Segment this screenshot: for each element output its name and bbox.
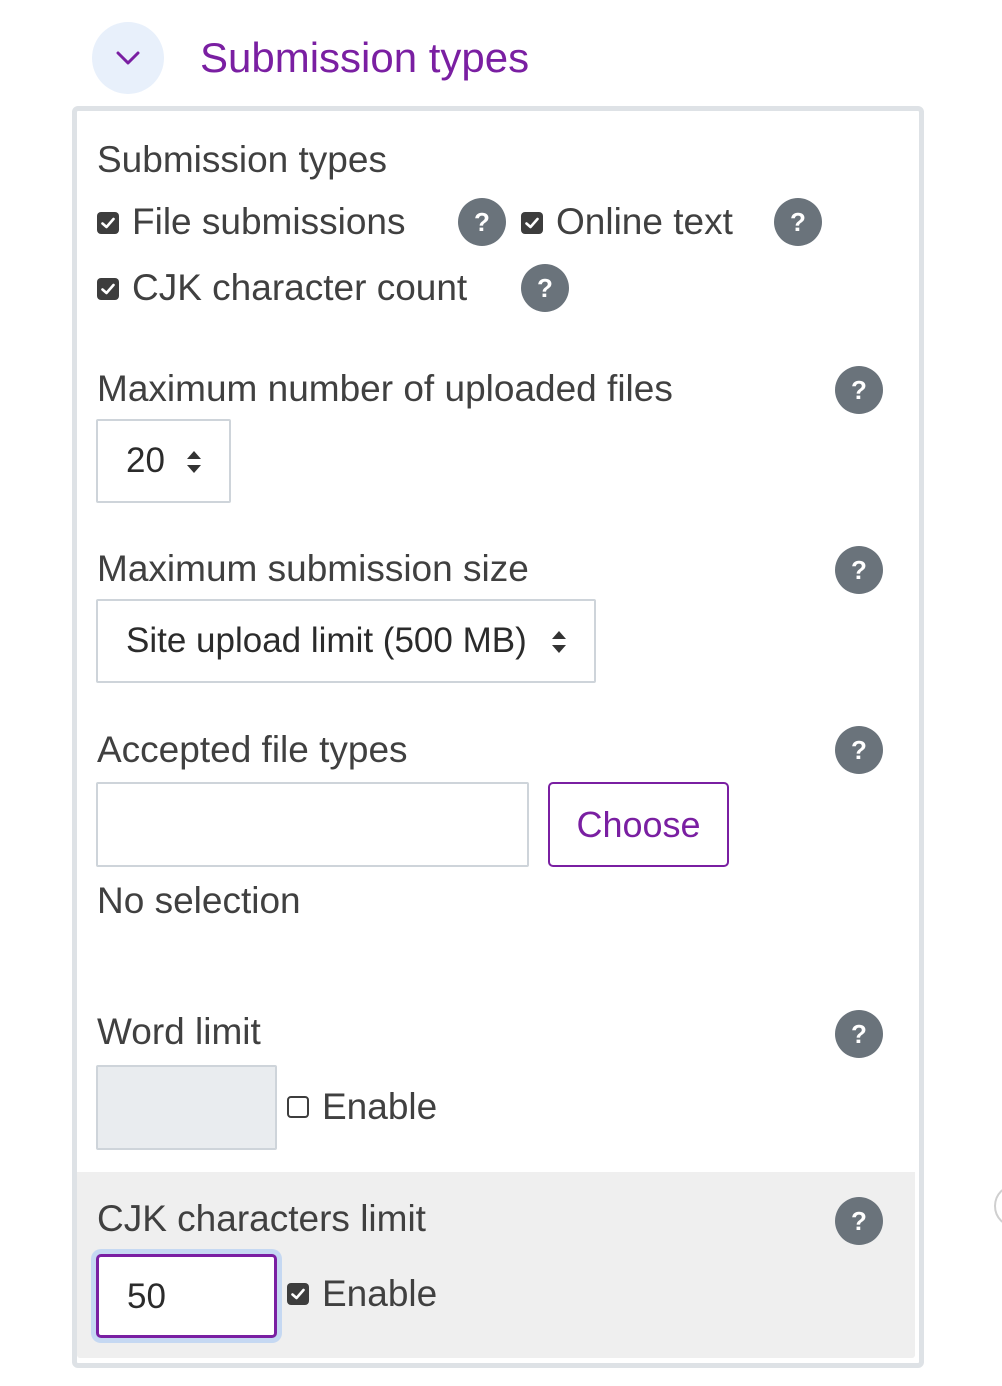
checkmark-icon — [291, 1288, 305, 1300]
question-circle-icon[interactable]: ? — [835, 366, 883, 414]
file-types-input[interactable] — [96, 782, 529, 867]
cjk-character-count-label[interactable]: CJK character count — [132, 264, 467, 312]
question-circle-icon[interactable]: ? — [835, 1010, 883, 1058]
cjk-limit-enable-label[interactable]: Enable — [322, 1270, 437, 1318]
file-types-label: Accepted file types — [97, 729, 408, 770]
word-limit-enable-label[interactable]: Enable — [322, 1083, 437, 1131]
sort-updown-icon — [552, 631, 566, 653]
submission-types-heading: Submission types — [97, 139, 387, 180]
question-circle-icon[interactable]: ? — [774, 198, 822, 246]
file-submissions-label[interactable]: File submissions — [132, 198, 405, 246]
checkmark-icon — [101, 283, 115, 295]
checkmark-icon — [525, 217, 539, 229]
question-circle-icon[interactable]: ? — [521, 264, 569, 312]
online-text-checkbox[interactable] — [521, 212, 543, 234]
question-circle-icon[interactable]: ? — [458, 198, 506, 246]
word-limit-enable-checkbox[interactable] — [287, 1096, 309, 1118]
collapse-toggle-button[interactable] — [92, 22, 164, 94]
cjk-character-count-checkbox[interactable] — [97, 278, 119, 300]
max-size-select[interactable]: Site upload limit (500 MB) — [96, 599, 596, 683]
cjk-limit-input[interactable]: 50 — [96, 1254, 277, 1338]
question-circle-icon[interactable]: ? — [835, 546, 883, 594]
sort-updown-icon — [187, 451, 201, 473]
max-files-value: 20 — [126, 441, 165, 480]
choose-file-types-button[interactable]: Choose — [548, 782, 729, 867]
edge-partial-button[interactable] — [994, 1184, 1002, 1228]
max-files-select[interactable]: 20 — [96, 419, 231, 503]
file-submissions-checkbox[interactable] — [97, 212, 119, 234]
max-size-value: Site upload limit (500 MB) — [126, 621, 527, 660]
word-limit-input[interactable] — [96, 1065, 277, 1150]
online-text-label[interactable]: Online text — [556, 198, 733, 246]
cjk-limit-enable-checkbox[interactable] — [287, 1283, 309, 1305]
section-title[interactable]: Submission types — [200, 30, 529, 86]
word-limit-label: Word limit — [97, 1011, 261, 1052]
cjk-limit-label: CJK characters limit — [97, 1198, 426, 1239]
cjk-limit-value: 50 — [127, 1277, 166, 1316]
chevron-down-icon — [116, 51, 140, 65]
file-types-status: No selection — [97, 880, 301, 921]
max-files-label: Maximum number of uploaded files — [97, 368, 673, 409]
max-size-label: Maximum submission size — [97, 548, 529, 589]
checkmark-icon — [101, 217, 115, 229]
question-circle-icon[interactable]: ? — [835, 1197, 883, 1245]
question-circle-icon[interactable]: ? — [835, 726, 883, 774]
